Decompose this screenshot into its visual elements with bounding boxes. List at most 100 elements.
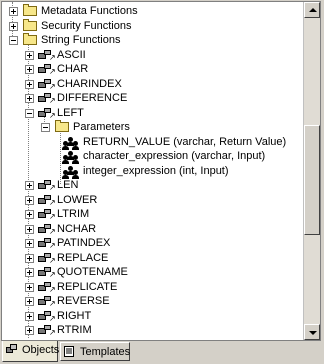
tree-row-folder[interactable]: Parameters (2, 120, 302, 135)
parameter-icon (62, 150, 80, 164)
tree-row-param[interactable]: RETURN_VALUE (varchar, Return Value) (2, 135, 302, 150)
function-icon: ↗ (38, 252, 56, 264)
arrow-down-icon (309, 331, 317, 335)
expand-icon[interactable] (25, 311, 34, 321)
tree-item-label: RIGHT (57, 309, 92, 322)
function-icon: ↗ (38, 180, 56, 192)
tree-item-label: LEFT (57, 106, 84, 119)
tree-item-label: RTRIM (57, 324, 92, 336)
tab-templates-label: Templates (80, 346, 131, 358)
tree-row-folder[interactable]: Metadata Functions (2, 4, 302, 19)
tree-row-folder[interactable]: Security Functions (2, 18, 302, 34)
tree-item-label: QUOTENAME (57, 266, 128, 278)
scroll-down-button[interactable] (304, 324, 320, 340)
expand-icon[interactable] (9, 21, 18, 31)
expand-icon[interactable] (25, 65, 34, 74)
tree-item-label: REPLACE (57, 251, 109, 264)
function-icon: ↗ (38, 107, 56, 119)
tree-item-label: LTRIM (57, 208, 90, 220)
function-icon: ↗ (38, 296, 56, 308)
tree-item-label: NCHAR (57, 222, 97, 235)
function-icon: ↗ (38, 267, 56, 279)
function-icon: ↗ (38, 93, 56, 105)
tree-row-param[interactable]: character_expression (varchar, Input) (2, 149, 302, 164)
folder-icon (23, 4, 37, 16)
tree-row-function[interactable]: ↗ NCHAR (2, 222, 302, 237)
function-icon: ↗ (38, 64, 56, 76)
expand-icon[interactable] (25, 224, 34, 234)
function-icon: ↗ (38, 310, 56, 322)
tree-row-function[interactable]: ↗ CHAR (2, 62, 302, 77)
tree-row-function[interactable]: ↗ REPLICATE (2, 280, 302, 295)
tree-item-label: REPLICATE (57, 280, 118, 293)
folder-icon (23, 18, 37, 31)
expand-icon[interactable] (25, 181, 34, 190)
tree-item-label: Metadata Functions (41, 5, 138, 17)
function-icon: ↗ (38, 238, 56, 250)
parameter-icon (62, 136, 80, 150)
expand-icon[interactable] (25, 195, 34, 205)
folder-icon (55, 120, 69, 132)
function-icon: ↗ (38, 209, 56, 221)
tree-row-folder[interactable]: String Functions (2, 33, 302, 48)
tree-row-function[interactable]: ↗ LOWER (2, 193, 302, 208)
tree-row-function[interactable]: ↗ LEFT (2, 106, 302, 121)
expand-icon[interactable] (25, 253, 34, 263)
collapse-icon[interactable] (25, 108, 34, 118)
tree-row-function[interactable]: ↗ QUOTENAME (2, 265, 302, 280)
tab-objects[interactable]: Objects (2, 341, 60, 362)
tree-item-label: Security Functions (41, 19, 132, 32)
expand-icon[interactable] (25, 79, 34, 89)
scroll-up-button[interactable] (304, 2, 320, 18)
tree-item-label: LEN (57, 179, 79, 191)
tree-item-label: character_expression (varchar, Input) (83, 150, 266, 162)
expand-icon[interactable] (25, 239, 34, 248)
tree-item-label: String Functions (41, 34, 121, 46)
tree-row-function[interactable]: ↗ PATINDEX (2, 236, 302, 251)
tree-item-label: RETURN_VALUE (varchar, Return Value) (83, 135, 287, 148)
tree-item-label: Parameters (73, 121, 130, 133)
function-icon: ↗ (38, 194, 56, 206)
function-icon: ↗ (38, 223, 56, 235)
vertical-scrollbar[interactable] (303, 2, 320, 340)
tree-row-param[interactable]: integer_expression (int, Input) (2, 164, 302, 179)
expand-icon[interactable] (25, 50, 34, 60)
function-icon: ↗ (38, 325, 56, 337)
object-tree[interactable]: Metadata Functions Security Functions Stri… (2, 2, 305, 340)
expand-icon[interactable] (9, 7, 18, 16)
tree-item-label: DIFFERENCE (57, 92, 128, 104)
expand-icon[interactable] (25, 297, 34, 306)
object-browser-panel: Metadata Functions Security Functions Stri… (1, 1, 321, 341)
tree-item-label: REVERSE (57, 295, 110, 307)
expand-icon[interactable] (25, 210, 34, 219)
tree-item-label: LOWER (57, 193, 98, 206)
tree-row-function[interactable]: ↗ REPLACE (2, 251, 302, 266)
objects-icon (6, 344, 18, 355)
tree-item-label: CHAR (57, 63, 89, 75)
collapse-icon[interactable] (41, 123, 50, 132)
tree-row-function[interactable]: ↗ ASCII (2, 48, 302, 63)
tree-row-function[interactable]: ↗ RIGHT (2, 309, 302, 324)
expand-icon[interactable] (25, 94, 34, 103)
function-icon: ↗ (38, 49, 56, 61)
tree-row-function[interactable]: ↗ REVERSE (2, 294, 302, 309)
tab-templates[interactable]: Templates (60, 342, 130, 361)
tree-row-function[interactable]: ↗ LTRIM (2, 207, 302, 222)
tree-row-function[interactable]: ↗ RTRIM (2, 323, 302, 338)
tree-row-function[interactable]: ↗ LEN (2, 178, 302, 193)
tree-item-label: ASCII (57, 48, 86, 61)
tree-item-label: PATINDEX (57, 237, 111, 249)
arrow-up-icon (309, 8, 317, 12)
expand-icon[interactable] (25, 268, 34, 277)
tab-objects-label: Objects (22, 344, 60, 356)
scroll-thumb[interactable] (304, 125, 320, 235)
tree-item-label: CHARINDEX (57, 77, 122, 90)
tab-strip: Objects Templates (0, 341, 324, 364)
templates-icon (64, 346, 76, 357)
expand-icon[interactable] (25, 282, 34, 292)
expand-icon[interactable] (25, 326, 34, 335)
function-icon: ↗ (38, 78, 56, 90)
collapse-icon[interactable] (9, 36, 18, 45)
tree-row-function[interactable]: ↗ DIFFERENCE (2, 91, 302, 106)
tree-row-function[interactable]: ↗ CHARINDEX (2, 77, 302, 92)
